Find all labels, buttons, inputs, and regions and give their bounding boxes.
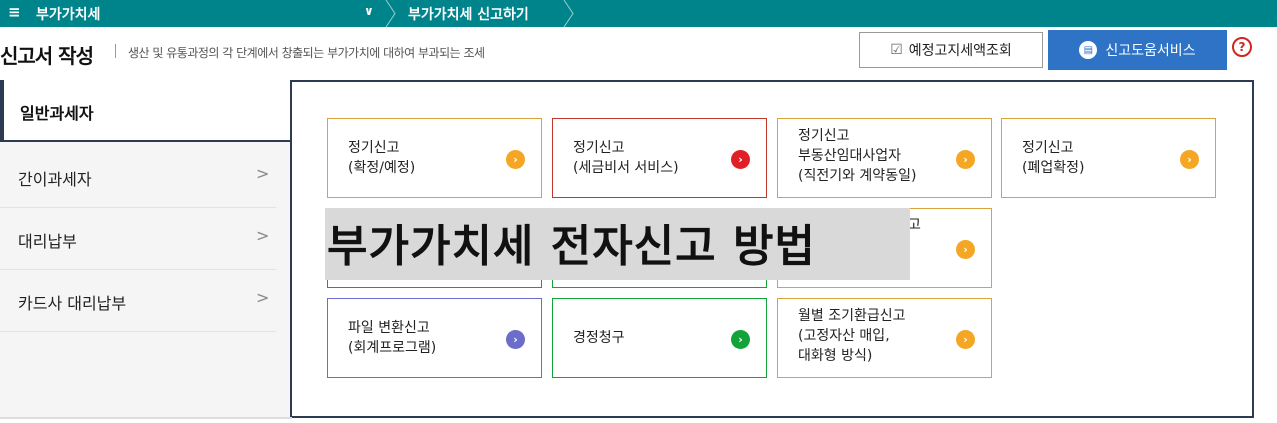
sidebar-item-label: 카드사 대리납부 (18, 294, 127, 313)
card-label: 경정청구 (573, 330, 625, 346)
top-nav-bar: ≡ 부가가치세 ∨ 부가가치세 신고하기 (0, 0, 1277, 27)
chevron-right-circle-icon: › (506, 330, 525, 349)
chevron-right-icon: > (256, 288, 270, 307)
card-regular-filing[interactable]: 정기신고 (확정/예정) › (327, 118, 542, 198)
chevron-right-icon: > (256, 164, 270, 183)
tab-general-taxpayer[interactable]: 일반과세자 (0, 80, 292, 140)
card-label: 정기신고 (폐업확정) (1022, 140, 1085, 176)
card-correction-claim[interactable]: 경정청구 › (552, 298, 767, 378)
menu-label[interactable]: 부가가치세 (36, 4, 100, 24)
card-label: 월별 조기환급신고 (고정자산 매입, 대화형 방식) (798, 308, 906, 364)
sidebar-panel: 간이과세자 > 대리납부 > 카드사 대리납부 > (0, 140, 292, 418)
filing-help-service-button[interactable]: ▤ 신고도움서비스 (1048, 30, 1227, 70)
chevron-right-circle-icon: › (731, 330, 750, 349)
card-file-conversion-filing[interactable]: 파일 변환신고 (회계프로그램) › (327, 298, 542, 378)
tab-label: 일반과세자 (20, 104, 94, 123)
chevron-right-circle-icon: › (956, 150, 975, 169)
card-label: 정기신고 (세금비서 서비스) (573, 140, 679, 176)
sidebar-item-proxy-payment[interactable]: 대리납부 > (0, 208, 276, 270)
question-help-icon[interactable]: ? (1232, 37, 1252, 57)
checkbox-edit-icon: ☑ (890, 42, 903, 58)
help-button-label: 신고도움서비스 (1105, 43, 1196, 59)
chevron-right-circle-icon: › (956, 240, 975, 259)
chevron-right-circle-icon: › (956, 330, 975, 349)
sidebar-item-simplified-taxpayer[interactable]: 간이과세자 > (0, 146, 276, 208)
chevron-right-circle-icon: › (731, 150, 750, 169)
page-title: 신고서 작성 (0, 44, 94, 68)
chevron-down-icon[interactable]: ∨ (364, 4, 374, 18)
breadcrumb-current[interactable]: 부가가치세 신고하기 (408, 4, 529, 24)
caption-overlay: 부가가치세 전자신고 방법 (325, 208, 910, 280)
caption-text: 부가가치세 전자신고 방법 (327, 221, 816, 272)
breadcrumb-separator-icon (563, 0, 574, 27)
sidebar-bottom-divider (0, 417, 292, 419)
chevron-right-circle-icon: › (506, 150, 525, 169)
card-label: 파일 변환신고 (회계프로그램) (348, 320, 437, 356)
card-regular-filing-closure[interactable]: 정기신고 (폐업확정) › (1001, 118, 1216, 198)
chevron-right-icon: > (256, 226, 270, 245)
card-regular-filing-real-estate[interactable]: 정기신고 부동산임대사업자 (직전기와 계약동일) › (777, 118, 992, 198)
chevron-right-circle-icon: › (1180, 150, 1199, 169)
prior-notice-lookup-button[interactable]: ☑ 예정고지세액조회 (859, 32, 1043, 68)
book-icon: ▤ (1079, 41, 1098, 59)
hamburger-menu-icon[interactable]: ≡ (8, 3, 21, 21)
card-regular-filing-tax-secretary[interactable]: 정기신고 (세금비서 서비스) › (552, 118, 767, 198)
breadcrumb-separator-icon (385, 0, 396, 27)
card-label: 정기신고 부동산임대사업자 (직전기와 계약동일) (798, 128, 917, 184)
sidebar-item-label: 대리납부 (18, 232, 77, 251)
card-monthly-early-refund[interactable]: 월별 조기환급신고 (고정자산 매입, 대화형 방식) › (777, 298, 992, 378)
sidebar-item-card-company-proxy[interactable]: 카드사 대리납부 > (0, 270, 276, 332)
lookup-button-label: 예정고지세액조회 (908, 43, 1012, 59)
page-subtitle: 생산 및 유통과정의 각 단계에서 창출되는 부가가치에 대하여 부과되는 조세 (128, 46, 485, 60)
title-divider (115, 44, 116, 58)
card-label: 정기신고 (확정/예정) (348, 140, 416, 176)
sidebar-item-label: 간이과세자 (18, 170, 92, 189)
